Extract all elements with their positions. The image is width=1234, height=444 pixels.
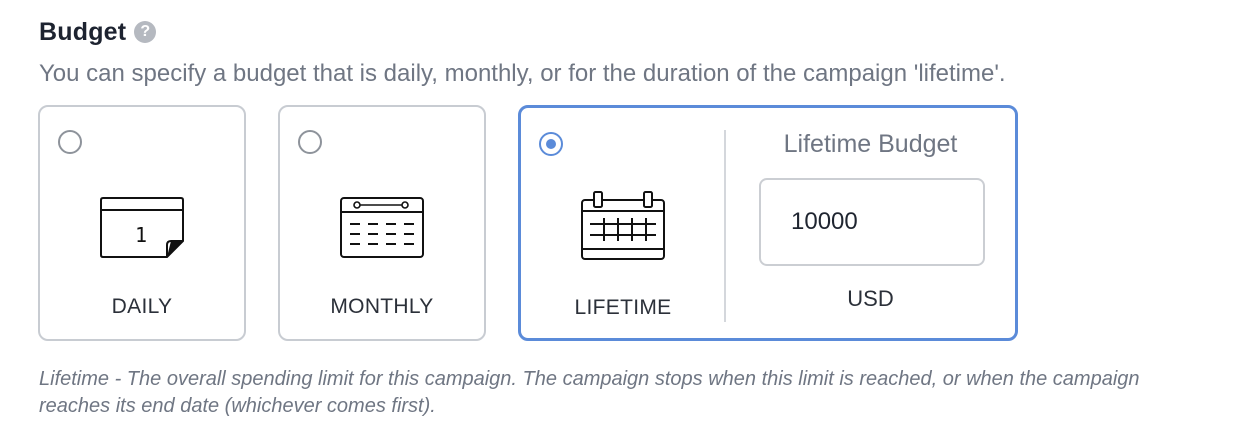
budget-option-daily[interactable]: 1 DAILY [38, 105, 246, 341]
budget-title: Budget [39, 17, 127, 46]
lifetime-budget-input[interactable] [759, 178, 985, 266]
daily-radio[interactable] [58, 130, 82, 154]
lifetime-select-area[interactable]: LIFETIME [521, 108, 725, 338]
calendar-month-icon [339, 197, 425, 264]
budget-option-monthly[interactable]: MONTHLY [278, 105, 486, 341]
budget-option-lifetime[interactable]: LIFETIME Lifetime Budget USD [518, 105, 1018, 341]
lifetime-label: LIFETIME [574, 296, 672, 319]
daily-label: DAILY [111, 295, 173, 318]
budget-header: Budget ? [39, 14, 157, 50]
lifetime-budget-panel: Lifetime Budget USD [726, 108, 1015, 338]
lifetime-radio[interactable] [539, 132, 563, 156]
calendar-day-number: 1 [135, 223, 147, 247]
calendar-day-icon: 1 [99, 197, 185, 264]
monthly-label: MONTHLY [330, 295, 434, 318]
budget-description: You can specify a budget that is daily, … [39, 60, 1006, 87]
currency-label: USD [847, 286, 894, 311]
budget-footnote: Lifetime - The overall spending limit fo… [39, 368, 1140, 417]
monthly-radio[interactable] [298, 130, 322, 154]
calendar-range-icon [580, 191, 666, 266]
lifetime-budget-heading: Lifetime Budget [783, 130, 958, 158]
help-icon[interactable]: ? [134, 21, 157, 43]
